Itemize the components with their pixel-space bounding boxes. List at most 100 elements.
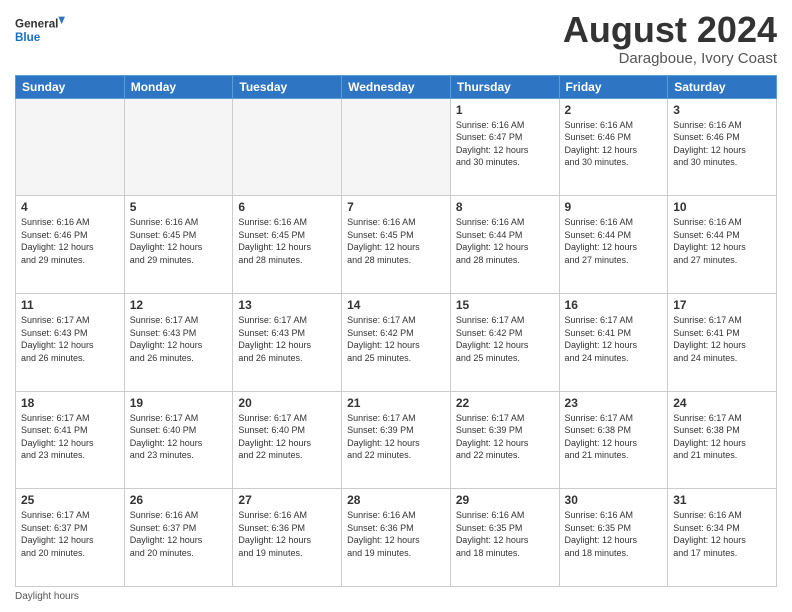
day-info: Sunrise: 6:17 AMSunset: 6:43 PMDaylight:… — [130, 314, 228, 364]
table-row: 31 Sunrise: 6:16 AMSunset: 6:34 PMDayligh… — [668, 489, 777, 587]
day-number: 20 — [238, 396, 336, 410]
table-row: 21 Sunrise: 6:17 AMSunset: 6:39 PMDayligh… — [342, 391, 451, 489]
day-number: 17 — [673, 298, 771, 312]
header-friday: Friday — [559, 75, 668, 98]
day-info: Sunrise: 6:16 AMSunset: 6:45 PMDaylight:… — [130, 216, 228, 266]
table-row: 24Sunrise: 6:17 AMSunset: 6:38 PMDayligh… — [668, 391, 777, 489]
day-number: 12 — [130, 298, 228, 312]
day-info: Sunrise: 6:16 AMSunset: 6:47 PMDaylight:… — [456, 119, 554, 169]
table-row: 27 Sunrise: 6:16 AMSunset: 6:36 PMDayligh… — [233, 489, 342, 587]
table-row: 8 Sunrise: 6:16 AMSunset: 6:44 PMDaylight… — [450, 196, 559, 294]
table-row: 23 Sunrise: 6:17 AMSunset: 6:38 PMDayligh… — [559, 391, 668, 489]
table-row: 5 Sunrise: 6:16 AMSunset: 6:45 PMDaylight… — [124, 196, 233, 294]
day-info: Sunrise: 6:16 AMSunset: 6:34 PMDaylight:… — [673, 509, 771, 559]
day-number: 5 — [130, 200, 228, 214]
location-subtitle: Daragboue, Ivory Coast — [563, 50, 777, 67]
month-year-title: August 2024 — [563, 10, 777, 50]
day-number: 13 — [238, 298, 336, 312]
day-info: Sunrise: 6:16 AMSunset: 6:35 PMDaylight:… — [565, 509, 663, 559]
day-info: Sunrise: 6:17 AMSunset: 6:38 PMDaylight:… — [565, 412, 663, 462]
logo: General Blue — [15, 10, 65, 50]
table-row: 6 Sunrise: 6:16 AMSunset: 6:45 PMDaylight… — [233, 196, 342, 294]
day-number: 31 — [673, 493, 771, 507]
day-number: 7 — [347, 200, 445, 214]
calendar-header-row: Sunday Monday Tuesday Wednesday Thursday… — [16, 75, 777, 98]
day-info: Sunrise: 6:16 AMSunset: 6:36 PMDaylight:… — [347, 509, 445, 559]
table-row: 13 Sunrise: 6:17 AMSunset: 6:43 PMDayligh… — [233, 293, 342, 391]
day-number: 29 — [456, 493, 554, 507]
day-number: 25 — [21, 493, 119, 507]
table-row — [233, 98, 342, 196]
day-number: 18 — [21, 396, 119, 410]
day-info: Sunrise: 6:16 AMSunset: 6:44 PMDaylight:… — [565, 216, 663, 266]
table-row: 28 Sunrise: 6:16 AMSunset: 6:36 PMDayligh… — [342, 489, 451, 587]
day-info: Sunrise: 6:17 AMSunset: 6:39 PMDaylight:… — [347, 412, 445, 462]
day-number: 21 — [347, 396, 445, 410]
day-number: 1 — [456, 103, 554, 117]
day-info: Sunrise: 6:17 AMSunset: 6:40 PMDaylight:… — [238, 412, 336, 462]
day-number: 2 — [565, 103, 663, 117]
table-row: 12 Sunrise: 6:17 AMSunset: 6:43 PMDayligh… — [124, 293, 233, 391]
table-row: 3Sunrise: 6:16 AMSunset: 6:46 PMDaylight… — [668, 98, 777, 196]
day-info: Sunrise: 6:16 AMSunset: 6:45 PMDaylight:… — [238, 216, 336, 266]
day-info: Sunrise: 6:17 AMSunset: 6:43 PMDaylight:… — [21, 314, 119, 364]
table-row: 19 Sunrise: 6:17 AMSunset: 6:40 PMDayligh… — [124, 391, 233, 489]
day-info: Sunrise: 6:16 AMSunset: 6:44 PMDaylight:… — [673, 216, 771, 266]
header-saturday: Saturday — [668, 75, 777, 98]
footer-note: Daylight hours — [15, 591, 777, 602]
day-number: 30 — [565, 493, 663, 507]
table-row: 1 Sunrise: 6:16 AMSunset: 6:47 PMDaylight… — [450, 98, 559, 196]
calendar-table: Sunday Monday Tuesday Wednesday Thursday… — [15, 75, 777, 587]
header-tuesday: Tuesday — [233, 75, 342, 98]
day-number: 8 — [456, 200, 554, 214]
table-row: 4Sunrise: 6:16 AMSunset: 6:46 PMDaylight… — [16, 196, 125, 294]
day-info: Sunrise: 6:17 AMSunset: 6:43 PMDaylight:… — [238, 314, 336, 364]
svg-text:General: General — [15, 18, 58, 31]
day-info: Sunrise: 6:17 AMSunset: 6:39 PMDaylight:… — [456, 412, 554, 462]
table-row — [342, 98, 451, 196]
table-row: 18 Sunrise: 6:17 AMSunset: 6:41 PMDayligh… — [16, 391, 125, 489]
page-header: General Blue August 2024 Daragboue, Ivor… — [15, 10, 777, 67]
title-block: August 2024 Daragboue, Ivory Coast — [563, 10, 777, 67]
day-info: Sunrise: 6:16 AMSunset: 6:37 PMDaylight:… — [130, 509, 228, 559]
logo-svg: General Blue — [15, 10, 65, 50]
day-number: 28 — [347, 493, 445, 507]
table-row: 11Sunrise: 6:17 AMSunset: 6:43 PMDayligh… — [16, 293, 125, 391]
table-row: 10Sunrise: 6:16 AMSunset: 6:44 PMDayligh… — [668, 196, 777, 294]
day-info: Sunrise: 6:17 AMSunset: 6:40 PMDaylight:… — [130, 412, 228, 462]
table-row: 14Sunrise: 6:17 AMSunset: 6:42 PMDayligh… — [342, 293, 451, 391]
day-info: Sunrise: 6:16 AMSunset: 6:36 PMDaylight:… — [238, 509, 336, 559]
day-info: Sunrise: 6:17 AMSunset: 6:37 PMDaylight:… — [21, 509, 119, 559]
day-info: Sunrise: 6:16 AMSunset: 6:44 PMDaylight:… — [456, 216, 554, 266]
table-row: 22Sunrise: 6:17 AMSunset: 6:39 PMDayligh… — [450, 391, 559, 489]
day-number: 16 — [565, 298, 663, 312]
day-number: 19 — [130, 396, 228, 410]
day-info: Sunrise: 6:17 AMSunset: 6:42 PMDaylight:… — [347, 314, 445, 364]
table-row: 17 Sunrise: 6:17 AMSunset: 6:41 PMDayligh… — [668, 293, 777, 391]
table-row: 29 Sunrise: 6:16 AMSunset: 6:35 PMDayligh… — [450, 489, 559, 587]
header-monday: Monday — [124, 75, 233, 98]
table-row: 26Sunrise: 6:16 AMSunset: 6:37 PMDayligh… — [124, 489, 233, 587]
table-row: 16Sunrise: 6:17 AMSunset: 6:41 PMDayligh… — [559, 293, 668, 391]
day-info: Sunrise: 6:17 AMSunset: 6:41 PMDaylight:… — [673, 314, 771, 364]
day-info: Sunrise: 6:16 AMSunset: 6:46 PMDaylight:… — [673, 119, 771, 169]
svg-text:Blue: Blue — [15, 31, 41, 44]
day-number: 23 — [565, 396, 663, 410]
day-number: 9 — [565, 200, 663, 214]
day-info: Sunrise: 6:17 AMSunset: 6:41 PMDaylight:… — [21, 412, 119, 462]
calendar-week-2: 4Sunrise: 6:16 AMSunset: 6:46 PMDaylight… — [16, 196, 777, 294]
day-number: 24 — [673, 396, 771, 410]
day-info: Sunrise: 6:17 AMSunset: 6:42 PMDaylight:… — [456, 314, 554, 364]
table-row: 2 Sunrise: 6:16 AMSunset: 6:46 PMDaylight… — [559, 98, 668, 196]
table-row: 25 Sunrise: 6:17 AMSunset: 6:37 PMDayligh… — [16, 489, 125, 587]
page-container: General Blue August 2024 Daragboue, Ivor… — [0, 0, 792, 612]
day-info: Sunrise: 6:16 AMSunset: 6:46 PMDaylight:… — [565, 119, 663, 169]
table-row: 7Sunrise: 6:16 AMSunset: 6:45 PMDaylight… — [342, 196, 451, 294]
day-number: 27 — [238, 493, 336, 507]
day-number: 4 — [21, 200, 119, 214]
header-sunday: Sunday — [16, 75, 125, 98]
header-thursday: Thursday — [450, 75, 559, 98]
day-info: Sunrise: 6:16 AMSunset: 6:35 PMDaylight:… — [456, 509, 554, 559]
header-wednesday: Wednesday — [342, 75, 451, 98]
day-number: 6 — [238, 200, 336, 214]
